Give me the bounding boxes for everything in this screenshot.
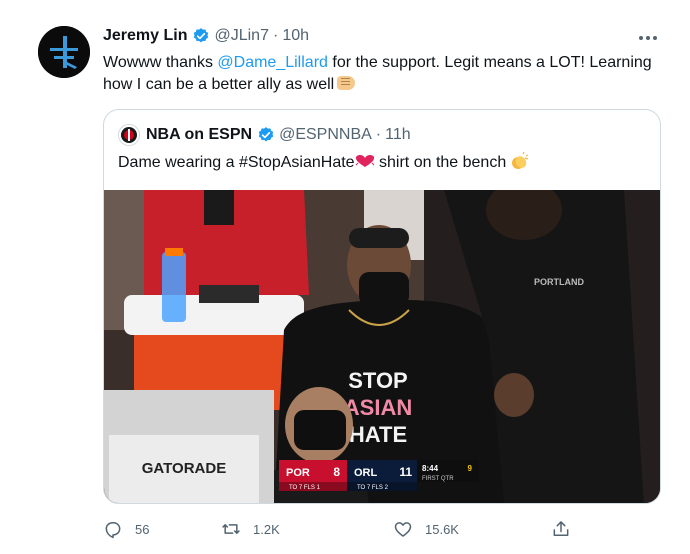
reply-count: 56 [135, 521, 150, 537]
tweet-text: Wowww thanks @Dame_Lillard for the suppo… [103, 52, 663, 96]
quoted-tweet-header: NBA on ESPN @ESPNNBA · 11h [118, 124, 411, 146]
retweet-icon [222, 524, 240, 534]
quoted-tweet-text: Dame wearing a #StopAsianHate shirt on t… [118, 152, 529, 174]
scorebug-away-score: 11 [399, 465, 412, 479]
tweet-header: Jeremy Lin @JLin7 · 10h [103, 26, 309, 46]
scorebug-home-abbr: POR [286, 467, 310, 479]
nba-espn-logo-icon [119, 125, 139, 145]
reply-button[interactable]: 56 [103, 514, 149, 544]
scorebug-away-abbr: ORL [354, 467, 378, 479]
tweet-text-start: Wowww thanks [103, 54, 218, 71]
share-button[interactable] [551, 514, 571, 544]
jacket-label: PORTLAND [534, 277, 584, 287]
more-options-icon[interactable] [636, 28, 660, 48]
author-name[interactable]: Jeremy Lin [103, 26, 187, 46]
bench-photo: GATORADE STOP ASIAN HATE PORTLAND POR 8 … [104, 190, 660, 503]
share-icon [553, 521, 569, 536]
reply-icon [105, 522, 121, 539]
shirt-line-3: HATE [349, 422, 407, 447]
quoted-author-name[interactable]: NBA on ESPN [146, 125, 252, 145]
clapping-hands-emoji-icon [512, 152, 529, 169]
heart-icon [394, 522, 412, 537]
shirt-line-1: STOP [348, 368, 408, 393]
quoted-verified-badge-icon [258, 127, 274, 142]
scorebug-home-sub: TO 7 FLS 1 [289, 485, 321, 491]
verified-badge-icon [194, 28, 209, 43]
retweet-button[interactable]: 1.2K [221, 514, 280, 544]
quoted-tweet[interactable]: NBA on ESPN @ESPNNBA · 11h Dame wearing … [103, 109, 661, 504]
scorebug-home-score: 8 [333, 465, 340, 479]
mention-link[interactable]: @Dame_Lillard [217, 54, 328, 71]
tweet[interactable]: Jeremy Lin @JLin7 · 10h Wowww thanks @Da… [0, 0, 690, 554]
cooler-label: GATORADE [142, 460, 226, 477]
separator-dot: · [272, 27, 279, 44]
tweet-actions: 56 1.2K 15.6K [103, 514, 583, 544]
tweet-timestamp[interactable]: 10h [282, 26, 309, 46]
quoted-avatar [118, 124, 140, 146]
author-handle[interactable]: @JLin7 [214, 26, 269, 46]
avatar[interactable] [38, 26, 90, 78]
like-button[interactable]: 15.6K [393, 514, 459, 544]
shirt-line-2: ASIAN [344, 395, 412, 420]
scorebug-shot-clock: 9 [468, 464, 473, 473]
quoted-timestamp: 11h [385, 126, 411, 143]
scorebug-away-sub: TO 7 FLS 2 [357, 485, 389, 491]
jeremy-lin-logo-icon [38, 26, 90, 78]
quoted-tweet-image[interactable]: GATORADE STOP ASIAN HATE PORTLAND POR 8 … [104, 190, 660, 503]
quoted-separator-dot: · [375, 126, 382, 143]
quoted-author-handle: @ESPNNBA [279, 126, 372, 143]
quoted-text-start: Dame wearing a #StopAsianHate [118, 154, 355, 171]
retweet-count: 1.2K [253, 521, 280, 537]
scorebug-clock: 8:44 [422, 464, 439, 473]
fist-bump-emoji-icon [337, 76, 356, 90]
heart-emoji-icon [355, 155, 374, 167]
quoted-text-end: shirt on the bench [374, 154, 507, 171]
scorebug-period: FIRST QTR [422, 476, 454, 482]
like-count: 15.6K [425, 521, 459, 537]
